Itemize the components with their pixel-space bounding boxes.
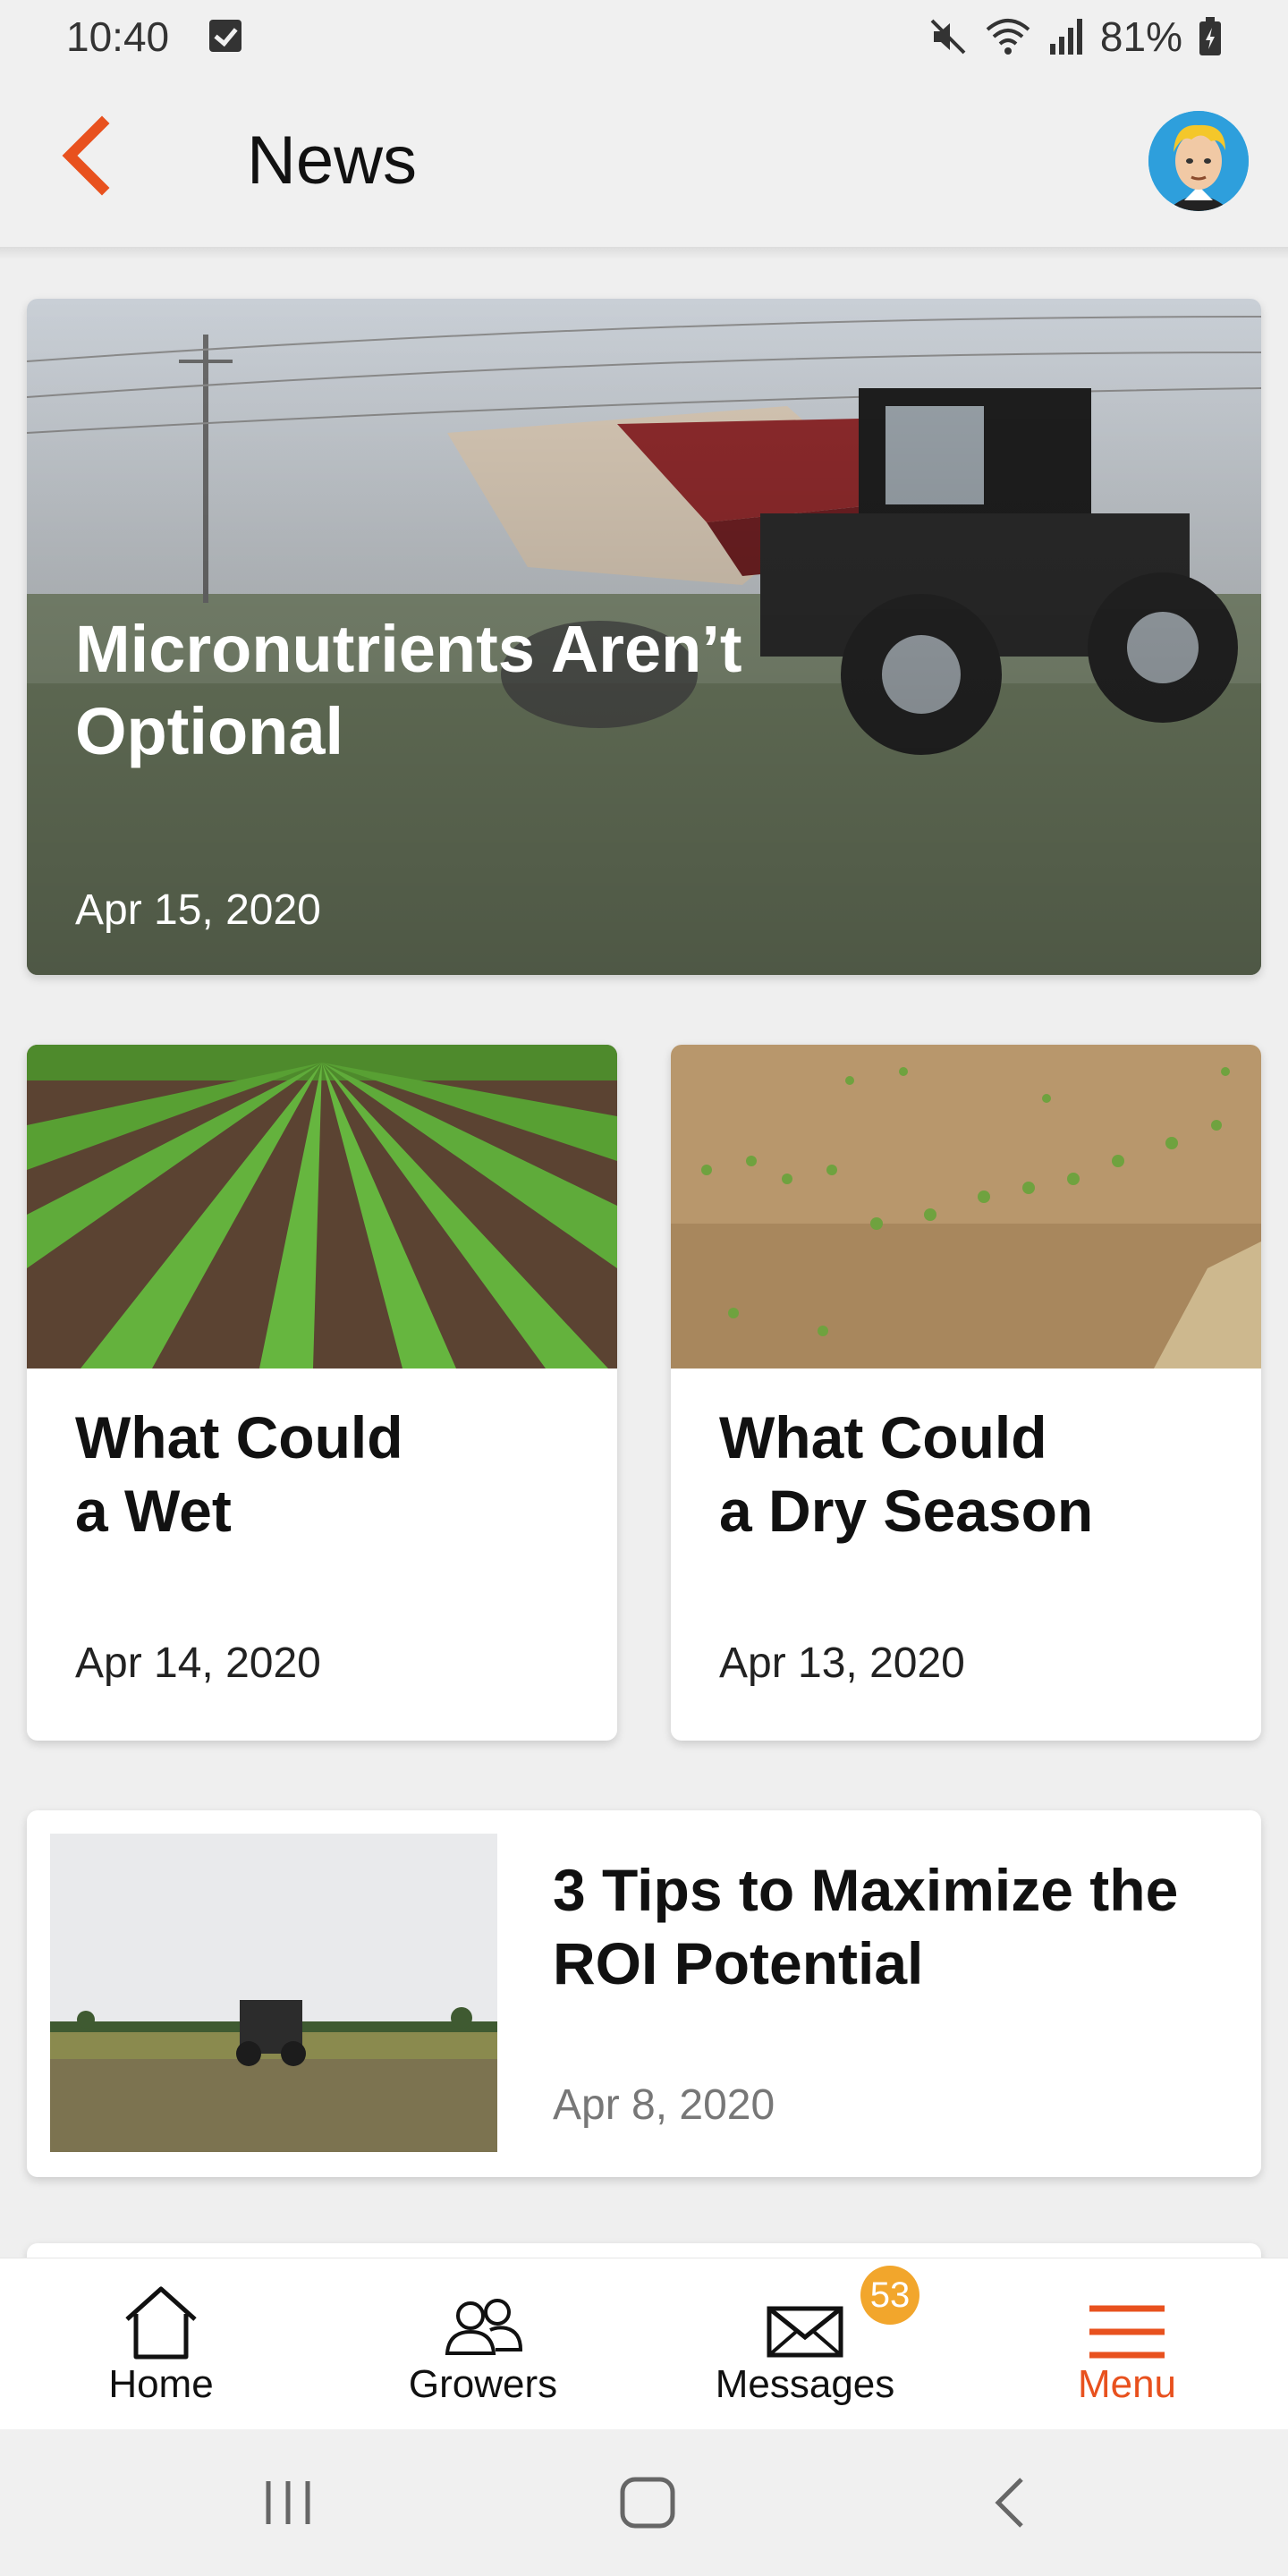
article-date: Apr 13, 2020 bbox=[719, 1640, 965, 1687]
article-image-corn-rows bbox=[27, 1045, 617, 1368]
hamburger-icon bbox=[1089, 2305, 1165, 2359]
chevron-left-icon bbox=[62, 115, 110, 196]
avatar-illustration bbox=[1148, 111, 1249, 211]
article-title: What Could a Dry Season bbox=[719, 1404, 1094, 1544]
page-title: News bbox=[247, 123, 418, 199]
featured-article-date: Apr 15, 2020 bbox=[75, 886, 321, 934]
nav-home-label: Home bbox=[108, 2362, 214, 2406]
article-image-tractor-field bbox=[50, 1834, 497, 2152]
back-nav-icon[interactable] bbox=[975, 2470, 1046, 2535]
battery-percent: 81% bbox=[1099, 13, 1182, 60]
system-navigation-bar bbox=[0, 2429, 1288, 2576]
nav-menu[interactable]: Menu bbox=[966, 2258, 1288, 2430]
messages-badge: 53 bbox=[860, 2266, 919, 2325]
mute-icon bbox=[930, 19, 966, 55]
home-button-icon[interactable] bbox=[612, 2470, 683, 2535]
article-card-wet[interactable]: What Could a Wet Apr 14, 2020 bbox=[27, 1045, 617, 1741]
bottom-navigation: Home Growers 53 Messages Menu bbox=[0, 2258, 1288, 2429]
article-date: Apr 14, 2020 bbox=[75, 1640, 321, 1687]
notification-check-icon bbox=[209, 20, 242, 52]
article-card-dry-season[interactable]: What Could a Dry Season Apr 13, 2020 bbox=[671, 1045, 1261, 1741]
article-card-roi-tips[interactable]: 3 Tips to Maximize the ROI Potential Apr… bbox=[27, 1810, 1261, 2177]
nav-growers[interactable]: Growers bbox=[322, 2258, 644, 2430]
back-button[interactable] bbox=[45, 111, 134, 200]
growers-icon bbox=[445, 2299, 523, 2355]
app-header: News bbox=[0, 75, 1288, 247]
home-icon bbox=[125, 2286, 197, 2360]
article-image-dry-field bbox=[671, 1045, 1261, 1368]
avatar[interactable] bbox=[1148, 111, 1249, 211]
wifi-icon bbox=[986, 19, 1030, 55]
signal-icon bbox=[1049, 19, 1082, 55]
status-time: 10:40 bbox=[66, 13, 170, 60]
article-title: What Could a Wet bbox=[75, 1404, 403, 1544]
envelope-icon bbox=[767, 2306, 843, 2358]
nav-growers-label: Growers bbox=[408, 2362, 558, 2406]
status-indicators: 81% bbox=[928, 13, 1222, 61]
nav-messages-label: Messages bbox=[715, 2362, 895, 2406]
featured-article-title: Micronutrients Aren’t Optional bbox=[75, 612, 742, 768]
status-bar: 10:40 81% bbox=[0, 0, 1288, 75]
recents-icon[interactable] bbox=[252, 2470, 324, 2535]
featured-article-card[interactable]: Micronutrients Aren’t Optional Apr 15, 2… bbox=[27, 299, 1261, 975]
article-title: 3 Tips to Maximize the ROI Potential bbox=[553, 1857, 1179, 1996]
article-date: Apr 8, 2020 bbox=[553, 2081, 775, 2129]
header-divider bbox=[0, 247, 1288, 259]
nav-menu-label: Menu bbox=[1077, 2362, 1177, 2406]
battery-icon bbox=[1199, 17, 1221, 55]
nav-home[interactable]: Home bbox=[0, 2258, 322, 2430]
nav-messages[interactable]: 53 Messages bbox=[644, 2258, 966, 2430]
